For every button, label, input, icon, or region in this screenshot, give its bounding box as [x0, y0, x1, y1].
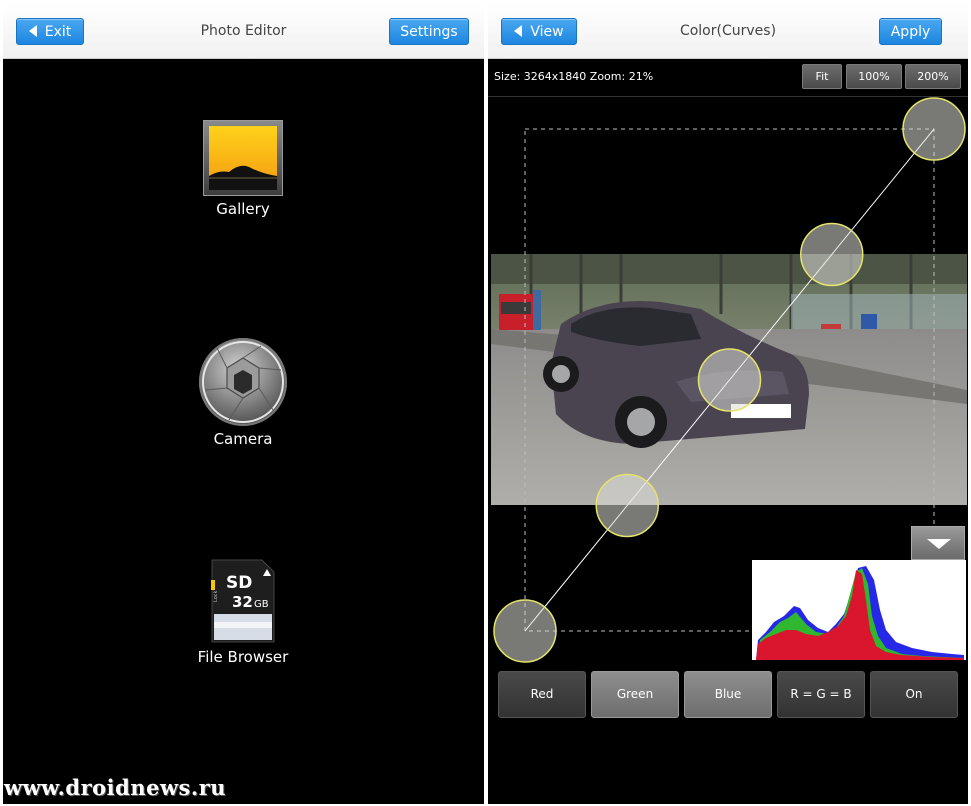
camera-icon — [199, 338, 287, 426]
sd-card-icon: SD 32 GB Lock — [208, 558, 278, 644]
camera-label: Camera — [213, 430, 273, 448]
sd-lock-text: Lock — [213, 590, 219, 602]
curve-control-point[interactable] — [595, 473, 659, 538]
curve-control-point[interactable] — [800, 222, 864, 287]
sd-capacity-text: 32 — [232, 593, 253, 611]
color-curves-screen: View Color(Curves) Apply Size: 3264x1840… — [488, 2, 968, 804]
channel-red-button[interactable]: Red — [498, 671, 586, 718]
photo-editor-screen: Exit Photo Editor Settings Gallery Camer… — [3, 2, 484, 804]
top-bar: Exit Photo Editor Settings — [3, 2, 484, 59]
file-browser-launcher[interactable]: SD 32 GB Lock File Browser — [183, 558, 303, 666]
gallery-label: Gallery — [216, 200, 270, 218]
curve-control-point[interactable] — [697, 348, 762, 412]
curve-control-point[interactable] — [493, 599, 557, 663]
file-browser-label: File Browser — [197, 648, 289, 666]
curve-on-button[interactable]: On — [870, 671, 958, 718]
gallery-icon — [203, 120, 283, 196]
channel-green-button[interactable]: Green — [591, 671, 679, 718]
camera-launcher[interactable]: Camera — [183, 338, 303, 448]
histogram — [752, 560, 966, 660]
chevron-down-icon — [927, 539, 951, 549]
settings-button[interactable]: Settings — [389, 18, 469, 45]
sd-brand-text: SD — [226, 573, 252, 593]
watermark: www.droidnews.ru — [4, 775, 227, 800]
channel-rgb-equal-button[interactable]: R = G = B — [777, 671, 865, 718]
histogram-toggle-button[interactable] — [911, 526, 965, 560]
sd-unit-text: GB — [254, 599, 269, 610]
gallery-launcher[interactable]: Gallery — [183, 120, 303, 218]
channel-blue-button[interactable]: Blue — [684, 671, 772, 718]
curve-control-point[interactable] — [902, 97, 966, 161]
